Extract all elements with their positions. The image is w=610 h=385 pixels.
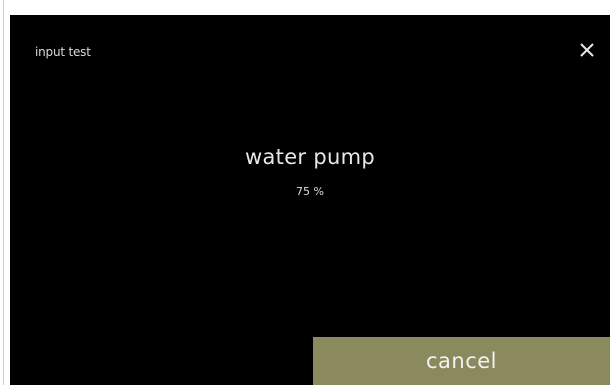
window-frame: input test water pump 75 % cancel bbox=[0, 0, 610, 385]
test-item-name: water pump bbox=[245, 145, 375, 169]
device-screen: input test water pump 75 % cancel bbox=[10, 15, 610, 385]
close-button[interactable] bbox=[572, 35, 602, 65]
page-title: input test bbox=[35, 45, 91, 59]
close-icon bbox=[580, 43, 594, 57]
left-divider bbox=[3, 0, 4, 385]
test-item-value: 75 % bbox=[296, 185, 324, 198]
cancel-button[interactable]: cancel bbox=[313, 337, 610, 385]
